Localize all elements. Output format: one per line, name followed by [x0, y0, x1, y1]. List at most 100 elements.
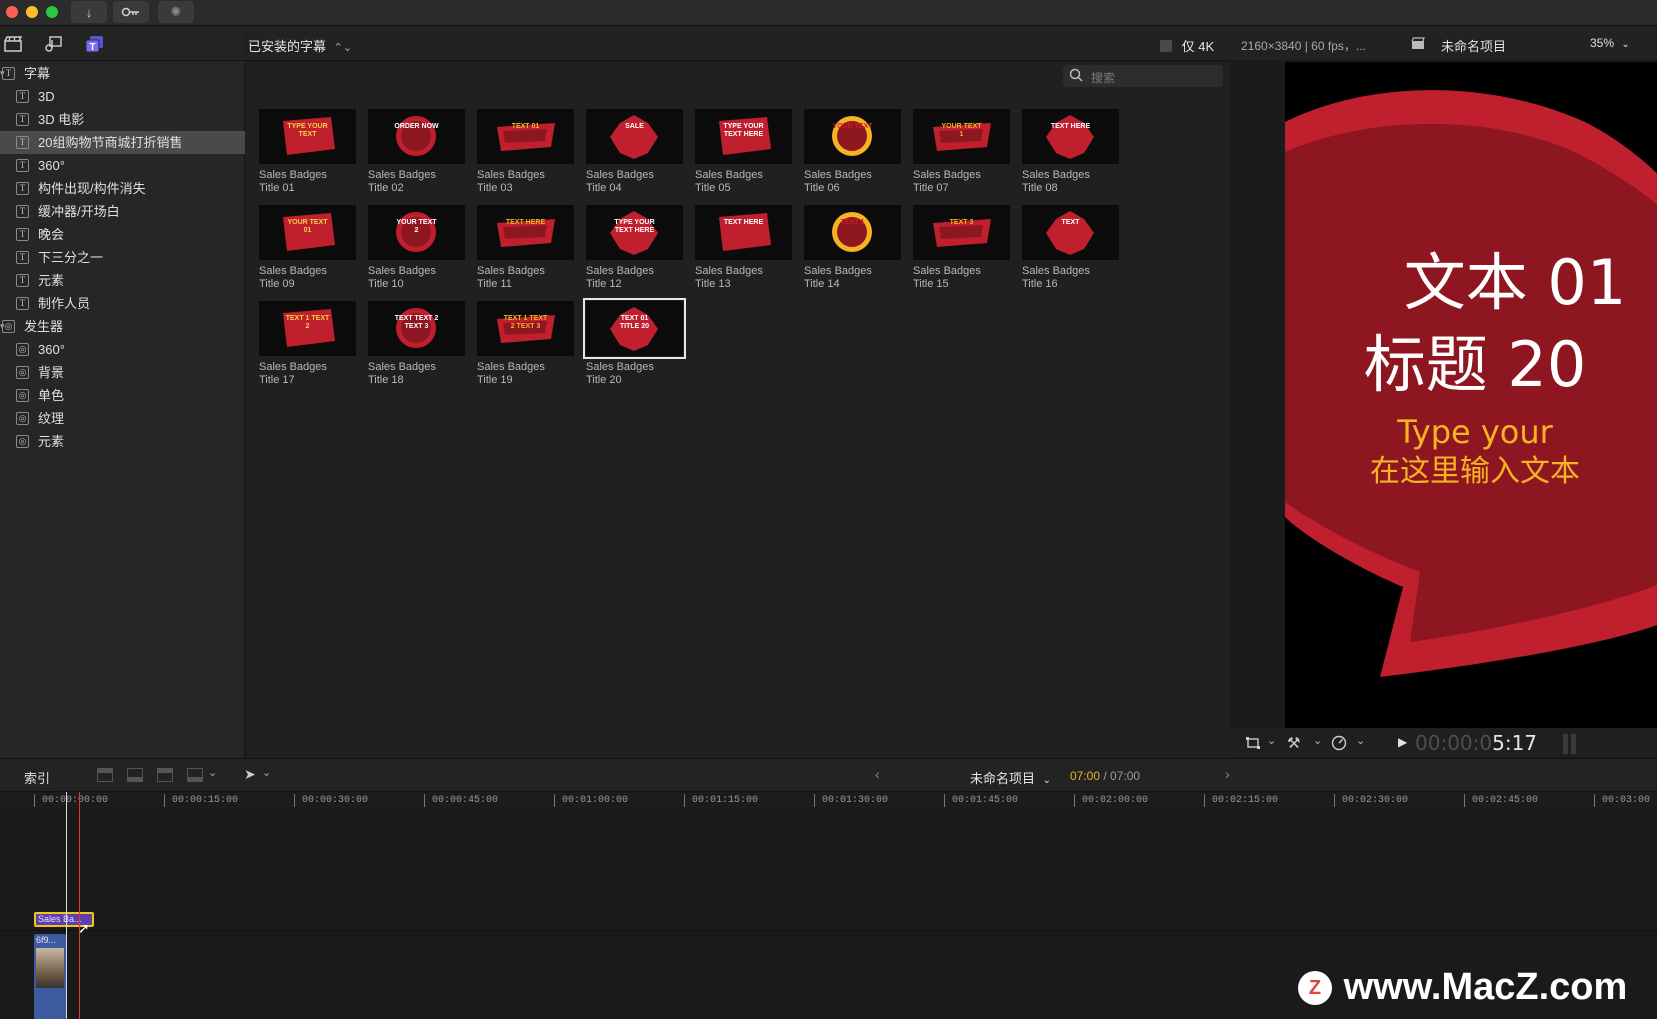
- generator-icon: ◎: [16, 435, 29, 448]
- transform-icon[interactable]: [1245, 736, 1261, 753]
- title-thumbnail: TEXT 01: [477, 109, 574, 164]
- title-t-icon: T: [16, 228, 29, 241]
- sidebar-item[interactable]: T 缓冲器/开场白: [0, 200, 245, 223]
- caption-line-2: Title 06: [804, 182, 840, 194]
- title-tile-caption: Sales Badges Title 17: [259, 361, 359, 387]
- insert-clip-icon[interactable]: [157, 768, 173, 782]
- play-icon[interactable]: ▶: [1398, 735, 1407, 749]
- playhead[interactable]: [66, 792, 67, 1019]
- sidebar-item[interactable]: ▾ T 字幕: [0, 62, 245, 85]
- sidebar-item[interactable]: T 3D 电影: [0, 108, 245, 131]
- viewer-gutter: [1231, 62, 1285, 728]
- sidebar-tabs: T: [0, 27, 245, 61]
- title-tile-caption: Sales Badges Title 04: [586, 169, 686, 195]
- caption-line-1: Sales Badges: [913, 169, 981, 181]
- sidebar-item[interactable]: ▾ ◎ 发生器: [0, 315, 245, 338]
- sidebar: T ▾ T 字幕 T 3D T 3D 电影 T 20组购物节商城打折销售 T 360° T 构件出现/构…: [0, 27, 245, 758]
- progress-icon: ✺: [170, 4, 182, 19]
- sidebar-item-label: 3D: [38, 89, 55, 104]
- sidebar-item[interactable]: T 制作人员: [0, 292, 245, 315]
- sidebar-item[interactable]: T 20组购物节商城打折销售: [0, 131, 245, 154]
- sidebar-item[interactable]: ◎ 背景: [0, 361, 245, 384]
- timeline-duration: 07:00 / 07:00: [1070, 769, 1141, 783]
- thumbnail-text: YOUR TEXT 01: [287, 219, 328, 234]
- sidebar-item[interactable]: T 构件出现/构件消失: [0, 177, 245, 200]
- chevron-down-icon[interactable]: ⌄: [208, 766, 217, 779]
- sidebar-item[interactable]: ◎ 单色: [0, 384, 245, 407]
- title-thumbnail: ORDER NOW: [368, 109, 465, 164]
- generator-icon: ◎: [16, 343, 29, 356]
- chevron-down-icon[interactable]: ⌄: [262, 766, 271, 779]
- ruler-label: 00:01:45:00: [952, 795, 1019, 806]
- history-forward-icon[interactable]: ›: [1225, 766, 1230, 782]
- title-tile-caption: Sales Badges Title 18: [368, 361, 468, 387]
- audio-meter-icon-2: [1571, 734, 1576, 754]
- caption-line-1: Sales Badges: [368, 361, 436, 373]
- import-button[interactable]: ↓: [71, 1, 107, 23]
- zoom-dropdown[interactable]: 35% ⌄: [1590, 36, 1630, 50]
- append-clip-icon[interactable]: [187, 768, 203, 782]
- search-field[interactable]: 搜索: [1063, 65, 1223, 87]
- sidebar-item[interactable]: T 3D: [0, 85, 245, 108]
- title-tile-caption: Sales Badges Title 05: [695, 169, 795, 195]
- zoom-window-button[interactable]: [46, 6, 58, 18]
- libraries-tab[interactable]: [2, 34, 24, 54]
- chevron-down-icon[interactable]: ⌄: [1267, 734, 1276, 747]
- timeline-tracks[interactable]: Sales Ba... ➚ 6f9... Z www.MacZ.com: [0, 792, 1657, 1019]
- timeline-project-dropdown[interactable]: 未命名项目 ⌄: [970, 768, 1051, 787]
- sidebar-item[interactable]: T 元素: [0, 269, 245, 292]
- caption-line-1: Sales Badges: [368, 265, 436, 277]
- photos-audio-tab[interactable]: [42, 34, 64, 54]
- sidebar-item[interactable]: T 360°: [0, 154, 245, 177]
- caption-line-2: Title 08: [1022, 182, 1058, 194]
- chevron-down-icon[interactable]: ⌄: [1313, 734, 1322, 747]
- caption-line-2: Title 19: [477, 374, 513, 386]
- ruler-label: 00:00:30:00: [302, 795, 369, 806]
- viewer-header: 2160×3840 | 60 fps，... 未命名项目 35% ⌄: [1231, 27, 1657, 61]
- title-thumbnail: TYPE YOUR TEXT HERE: [695, 109, 792, 164]
- sidebar-item[interactable]: ◎ 元素: [0, 430, 245, 453]
- ruler-tick: [1204, 794, 1205, 807]
- sidebar-item[interactable]: ◎ 360°: [0, 338, 245, 361]
- sidebar-item-label: 360°: [38, 342, 65, 357]
- sidebar-item[interactable]: ◎ 纹理: [0, 407, 245, 430]
- sidebar-item-label: 晚会: [38, 227, 65, 242]
- thumbnail-text: ORDER NOW: [394, 123, 439, 130]
- caption-line-1: Sales Badges: [586, 361, 654, 373]
- badge-graphic: [933, 219, 991, 247]
- clip-appearance-icon[interactable]: [97, 768, 113, 782]
- installed-titles-dropdown[interactable]: 已安装的字幕 ⌃⌄: [248, 36, 352, 55]
- index-button[interactable]: 索引: [24, 768, 50, 787]
- title-tile-caption: Sales Badges Title 02: [368, 169, 468, 195]
- arrow-tool-icon[interactable]: ➤: [244, 766, 256, 783]
- only-4k-checkbox[interactable]: 仅 4K: [1160, 36, 1214, 55]
- title-t-icon: T: [16, 136, 29, 149]
- titles-generators-tab[interactable]: T: [84, 34, 106, 54]
- preview-line-4: 在这里输入文本: [1370, 454, 1580, 489]
- sidebar-item-label: 发生器: [24, 319, 64, 334]
- close-window-button[interactable]: [6, 6, 18, 18]
- keywords-button[interactable]: [113, 1, 149, 23]
- thumbnail-text: TEXT HERE: [505, 219, 546, 226]
- speed-gauge-icon[interactable]: [1331, 735, 1347, 754]
- timeline-ruler[interactable]: 00:00:00:00 00:00:15:00 00:00:30:00 00:00:4…: [0, 792, 1657, 810]
- ruler-label: 00:00:15:00: [172, 795, 239, 806]
- title-thumbnail: TEXT HERE: [477, 205, 574, 260]
- history-back-icon[interactable]: ‹: [875, 766, 880, 782]
- checkbox-box[interactable]: [1160, 40, 1172, 52]
- background-tasks-button[interactable]: ✺: [158, 1, 194, 23]
- video-clip[interactable]: 6f9...: [34, 934, 66, 1019]
- title-thumbnail: TEXT TEXT 2 TEXT 3: [368, 301, 465, 356]
- ruler-label: 00:02:15:00: [1212, 795, 1279, 806]
- thumbnail-text: TEXT TEXT 2 TEXT 3: [394, 315, 439, 330]
- enhance-wand-icon[interactable]: ⚒: [1287, 734, 1300, 752]
- sidebar-item[interactable]: T 晚会: [0, 223, 245, 246]
- timeline-header: 索引 ⌄ ➤ ⌄ ‹ 未命名项目 ⌄ 07:00 / 07:00 ›: [0, 758, 1657, 792]
- chevron-down-icon[interactable]: ⌄: [1356, 734, 1365, 747]
- caption-line-1: Sales Badges: [259, 361, 327, 373]
- generator-icon: ◎: [16, 389, 29, 402]
- sidebar-item[interactable]: T 下三分之一: [0, 246, 245, 269]
- viewer-canvas[interactable]: 文本 01 标题 20 Type your 在这里输入文本: [1285, 62, 1657, 728]
- minimize-window-button[interactable]: [26, 6, 38, 18]
- connect-clip-icon[interactable]: [127, 768, 143, 782]
